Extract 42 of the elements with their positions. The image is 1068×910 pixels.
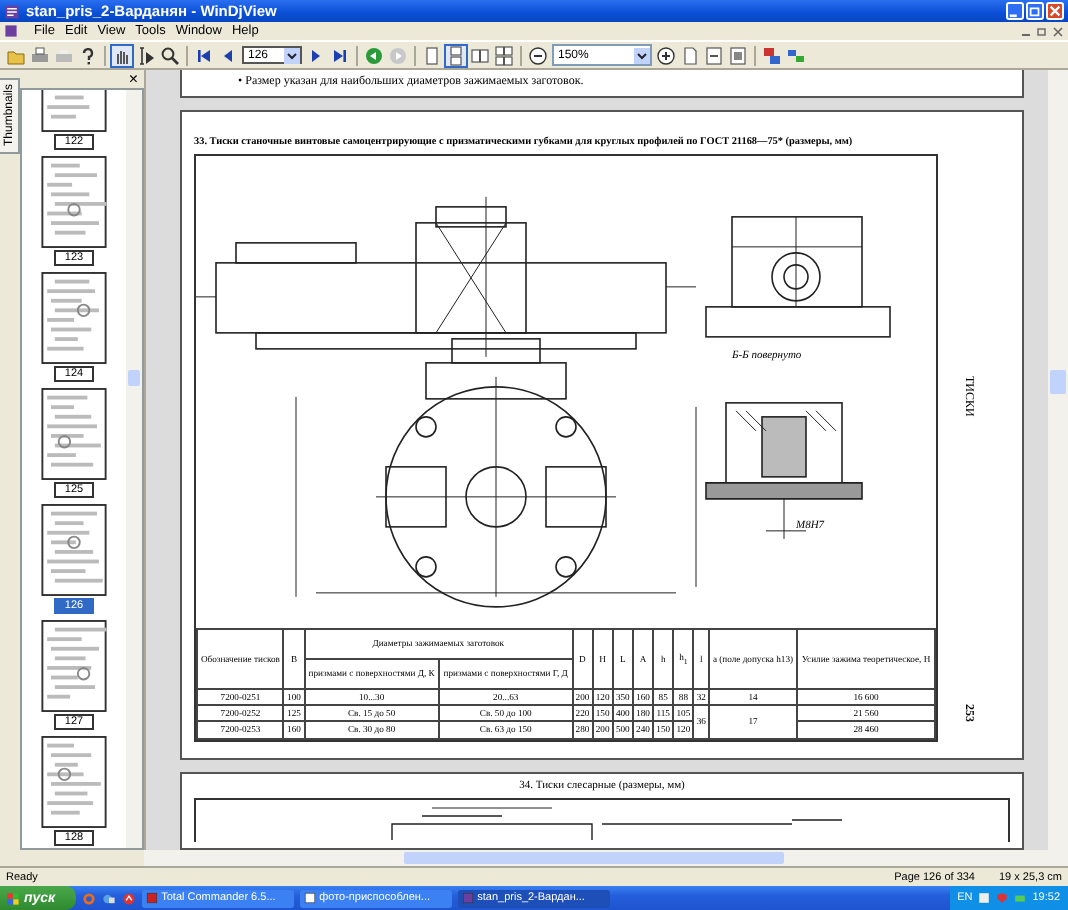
windows-logo-icon xyxy=(6,891,20,905)
fit-width-icon[interactable] xyxy=(704,45,724,65)
text-select-icon[interactable] xyxy=(136,45,156,65)
page-thumbnail[interactable] xyxy=(40,272,108,364)
zoom-in-icon[interactable] xyxy=(656,45,676,65)
tray-icon[interactable] xyxy=(978,892,991,904)
close-icon xyxy=(1048,4,1062,18)
windows-icon[interactable] xyxy=(762,45,782,65)
fit-page-icon[interactable] xyxy=(728,45,748,65)
windows-icon[interactable] xyxy=(786,45,806,65)
single-page-icon[interactable] xyxy=(422,45,442,65)
scrollbar[interactable] xyxy=(144,850,1068,866)
app-icon xyxy=(461,892,474,904)
first-page-icon[interactable] xyxy=(194,45,214,65)
back-icon[interactable] xyxy=(364,45,384,65)
continuous-pages-icon[interactable] xyxy=(446,45,466,65)
dropdown-icon xyxy=(284,47,300,63)
scrollbar[interactable] xyxy=(1048,70,1068,850)
app-icon xyxy=(4,3,20,19)
zoom-out-icon[interactable] xyxy=(528,45,548,65)
continuous-facing-icon[interactable] xyxy=(494,45,514,65)
dropdown-icon xyxy=(634,47,650,63)
print-icon[interactable] xyxy=(30,45,50,65)
app-icon xyxy=(145,892,158,904)
facing-pages-icon[interactable] xyxy=(470,45,490,65)
page-thumbnail[interactable] xyxy=(40,388,108,480)
close-button[interactable] xyxy=(1046,2,1064,20)
page-thumbnail[interactable] xyxy=(40,504,108,596)
minimize-button[interactable] xyxy=(1006,2,1024,20)
help-icon[interactable] xyxy=(78,45,98,65)
page-thumbnail[interactable] xyxy=(40,620,108,712)
document-icon xyxy=(4,24,18,38)
last-page-icon[interactable] xyxy=(330,45,350,65)
scrollbar[interactable] xyxy=(126,90,142,848)
page-thumbnail[interactable] xyxy=(40,736,108,828)
browser-icon[interactable] xyxy=(121,891,136,905)
app-icon xyxy=(303,892,316,904)
maximize-button[interactable] xyxy=(1026,2,1044,20)
close-icon[interactable] xyxy=(1052,25,1064,37)
close-button[interactable]: × xyxy=(128,70,138,88)
zoom-icon[interactable] xyxy=(160,45,180,65)
page-thumbnail[interactable] xyxy=(40,156,108,248)
